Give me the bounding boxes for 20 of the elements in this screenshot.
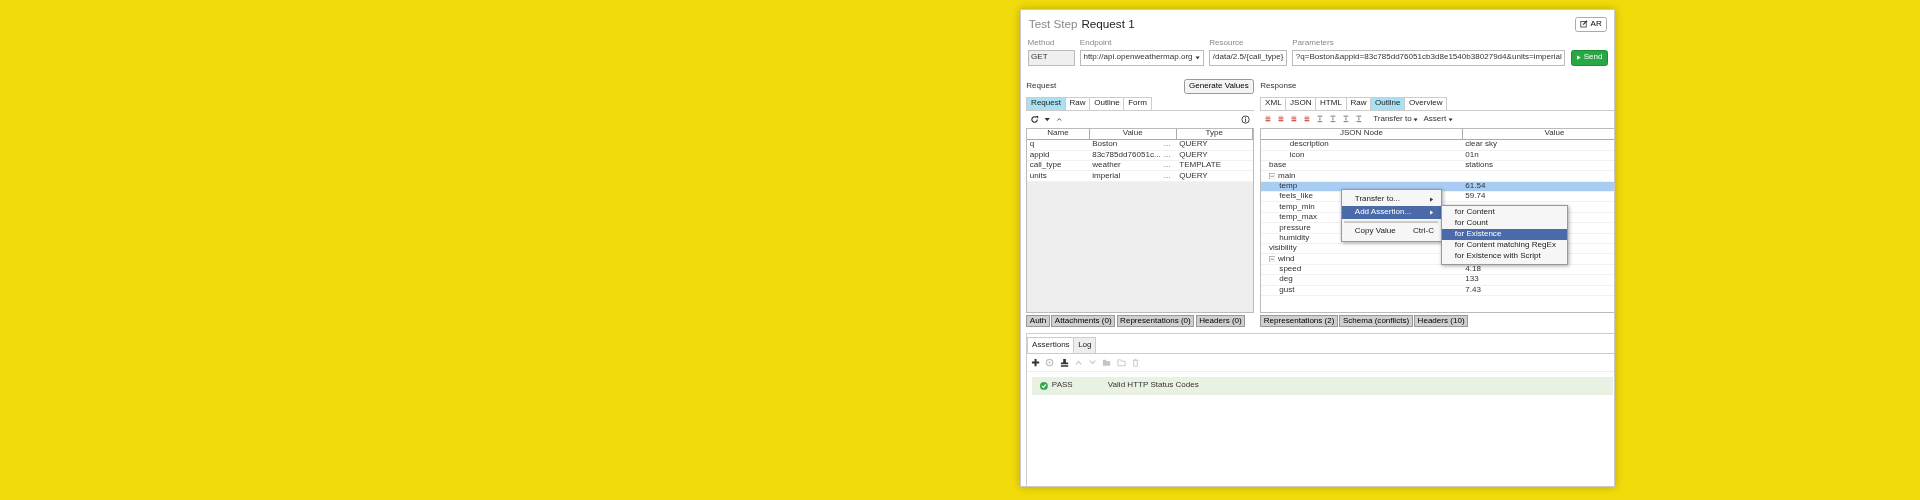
document-icon[interactable] [1303, 115, 1311, 124]
lines-icon[interactable] [1354, 115, 1363, 124]
title-label: Test Step [1028, 17, 1078, 31]
caret-icon[interactable] [1044, 116, 1051, 123]
refresh-icon[interactable] [1030, 114, 1040, 124]
play-icon [1575, 55, 1582, 61]
info-icon[interactable] [1240, 114, 1250, 124]
caret-icon [1447, 116, 1453, 122]
plus-icon[interactable] [1031, 357, 1041, 367]
edit-icon [1580, 20, 1588, 29]
document-icon[interactable] [1264, 115, 1272, 124]
lines-icon[interactable] [1341, 115, 1350, 124]
caret-icon [1195, 55, 1201, 61]
document-icon[interactable] [1290, 115, 1298, 124]
caret-icon [1413, 116, 1419, 122]
lines-icon[interactable] [1316, 115, 1324, 124]
window-title: Request 1 [1081, 17, 1135, 31]
lines-icon[interactable] [1329, 115, 1337, 124]
stamp-icon[interactable] [1059, 357, 1069, 367]
document-icon[interactable] [1277, 115, 1285, 124]
